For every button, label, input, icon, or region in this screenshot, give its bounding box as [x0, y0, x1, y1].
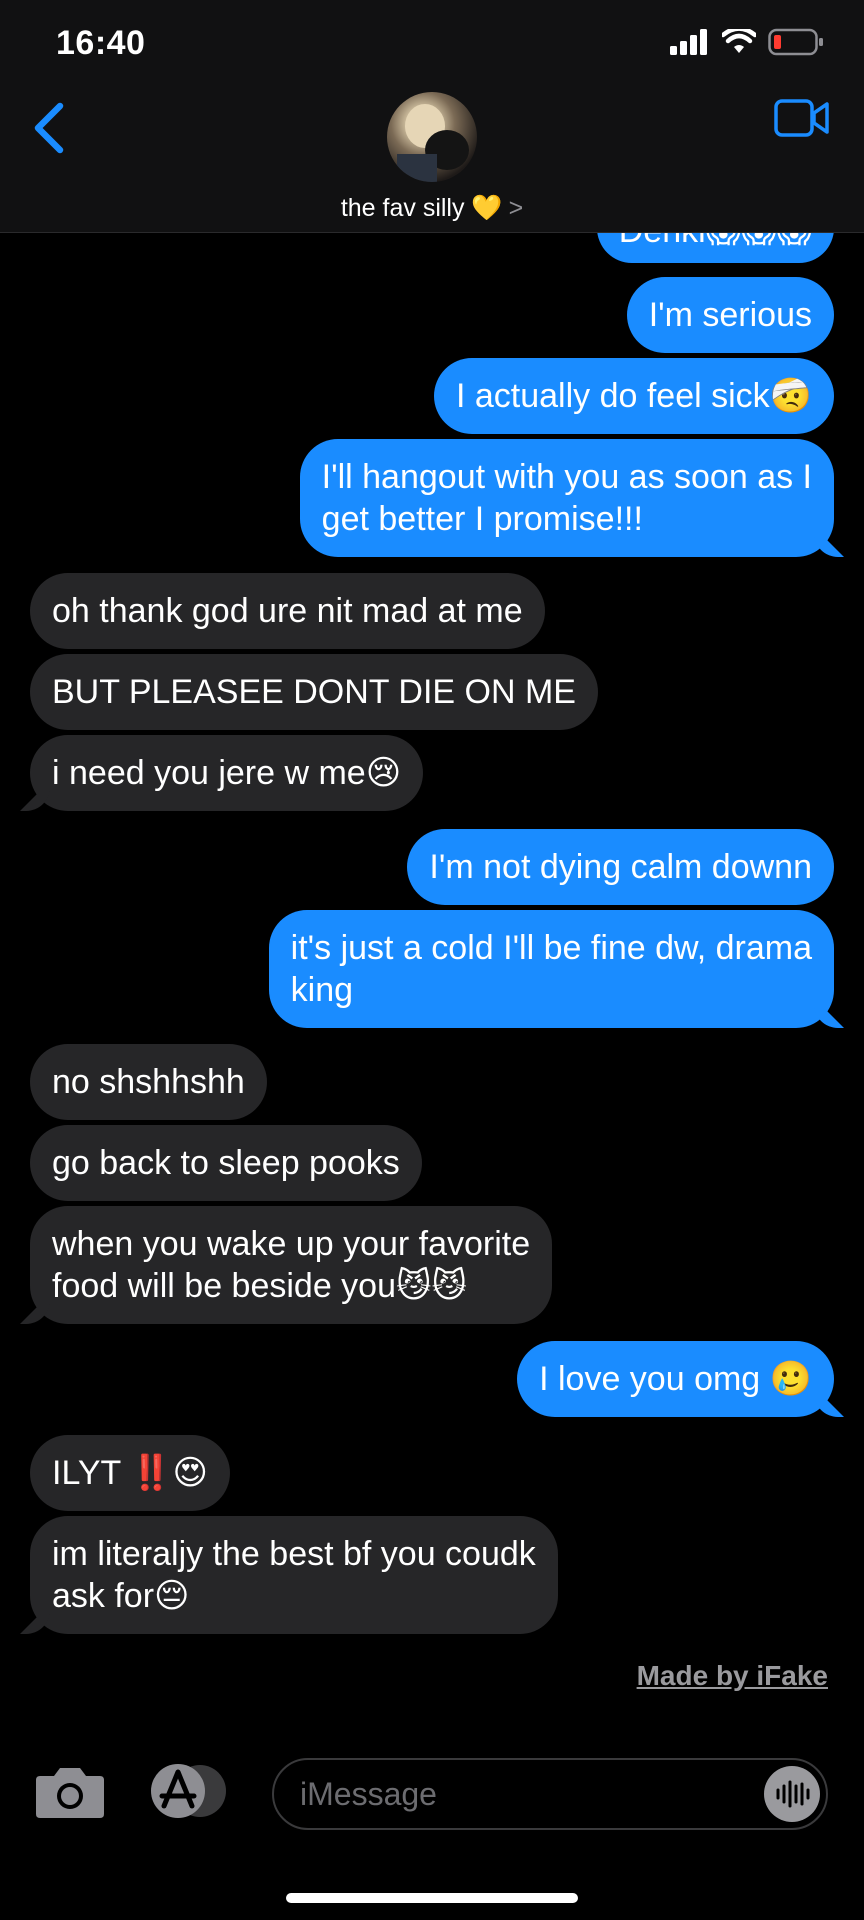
camera-icon[interactable] [34, 1764, 106, 1820]
message-bubble-outgoing[interactable]: I love you omg 🥲 [517, 1341, 834, 1417]
audio-message-button[interactable] [764, 1766, 820, 1822]
message-bubble-outgoing[interactable]: Denki😱😱😱 [596, 233, 834, 263]
battery-icon [768, 28, 823, 56]
message-bubble-outgoing[interactable]: I'm not dying calm downn [407, 829, 834, 905]
message-bubble-outgoing[interactable]: I'll hangout with you as soon as I get b… [299, 439, 834, 557]
status-time: 16:40 [56, 24, 146, 62]
conversation-header: the fav silly 💛 > [0, 90, 864, 233]
message-bubble-incoming[interactable]: ILYT ‼️😍 [30, 1435, 230, 1511]
chevron-left-icon[interactable] [30, 100, 70, 156]
message-input[interactable]: iMessage [272, 1758, 828, 1830]
message-bubble-incoming[interactable]: when you wake up your favorite food will… [30, 1206, 553, 1324]
contact-name-button[interactable]: the fav silly 💛 > [0, 194, 864, 223]
message-bubble-outgoing[interactable]: I actually do feel sick🤕 [433, 358, 834, 434]
status-icons [670, 28, 824, 56]
wifi-icon [722, 29, 756, 53]
message-bubble-incoming[interactable]: BUT PLEASEE DONT DIE ON ME [30, 654, 598, 730]
signal-icon [670, 29, 707, 55]
message-bubble-incoming[interactable]: i need you jere w me😢 [30, 735, 424, 811]
message-bubble-outgoing[interactable]: it's just a cold I'll be fine dw, drama … [268, 910, 834, 1028]
video-camera-icon[interactable] [774, 98, 830, 138]
avatar[interactable] [387, 92, 477, 182]
message-bubble-incoming[interactable]: oh thank god ure nit mad at me [30, 573, 545, 649]
audio-waveform-icon [776, 1780, 810, 1808]
home-indicator [286, 1893, 578, 1903]
avatar-image [397, 104, 469, 182]
input-bar: iMessage [0, 1740, 864, 1920]
message-thread[interactable]: Denki😱😱😱 I'm serious I actually do feel … [0, 233, 864, 1743]
message-bubble-incoming[interactable]: im literaljy the best bf you coudk ask f… [30, 1516, 558, 1634]
message-bubble-incoming[interactable]: go back to sleep pooks [30, 1125, 422, 1201]
contact-name: the fav silly 💛 [340, 194, 503, 222]
message-bubble-incoming[interactable]: no shshhshh [30, 1044, 267, 1120]
message-bubble-outgoing[interactable]: I'm serious [626, 277, 834, 353]
app-store-icon[interactable] [148, 1762, 228, 1820]
message-input-placeholder: iMessage [300, 1776, 437, 1812]
status-bar: 16:40 [0, 0, 864, 90]
watermark: Made by iFake [636, 1660, 828, 1691]
chevron-right-icon: > [508, 194, 524, 222]
